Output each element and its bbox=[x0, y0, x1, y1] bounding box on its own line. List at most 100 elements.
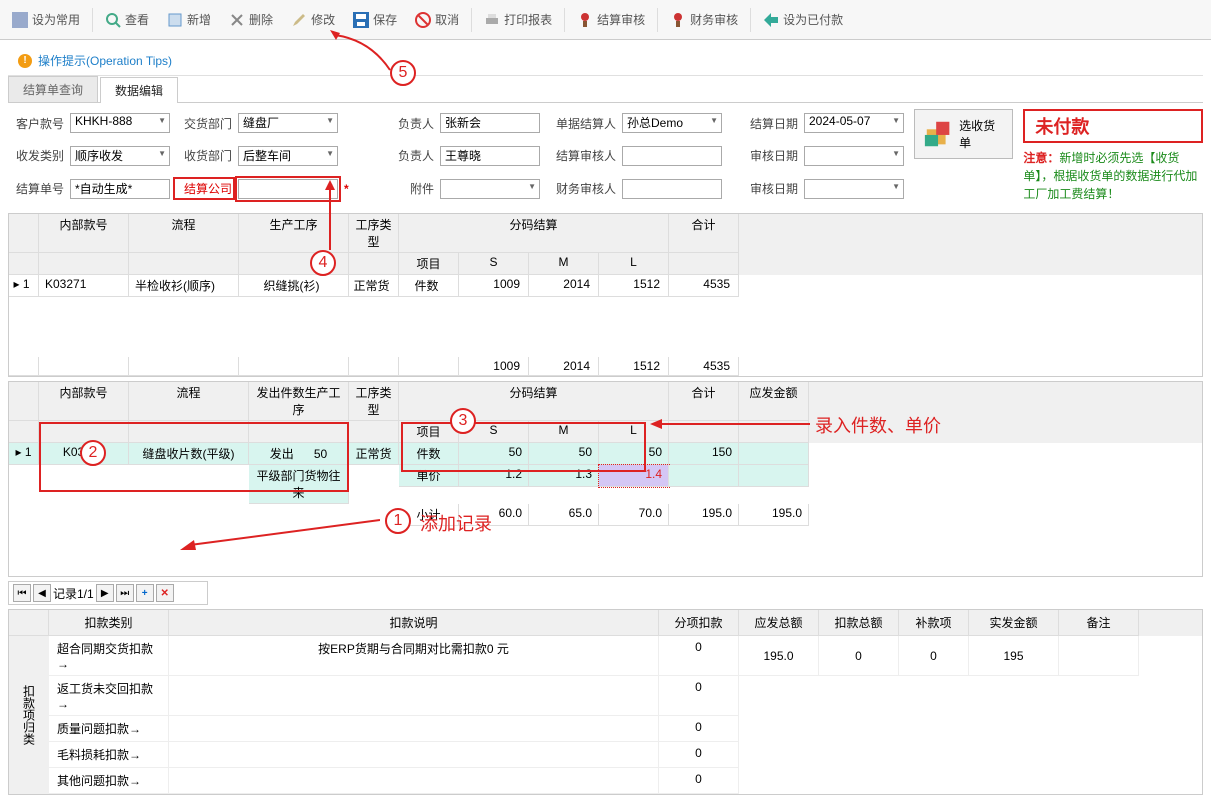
rx-type-label: 收发类别 bbox=[8, 147, 64, 164]
customer-style-label: 客户款号 bbox=[8, 115, 64, 132]
settle-no-input[interactable]: *自动生成* bbox=[70, 179, 170, 199]
settle-auditor-label: 结算审核人 bbox=[546, 147, 616, 164]
set-paid-button[interactable]: 设为已付款 bbox=[755, 7, 851, 32]
record-navigator: ⏮ ◀ 记录1/1 ▶ ⏭ + ✕ bbox=[8, 581, 208, 605]
nav-prev[interactable]: ◀ bbox=[33, 584, 51, 602]
select-receipt-button[interactable]: 选收货单 bbox=[914, 109, 1013, 159]
finance-audit-button[interactable]: 财务审核 bbox=[662, 7, 746, 32]
col-m: M bbox=[529, 253, 599, 275]
remark-cell[interactable] bbox=[1059, 636, 1139, 676]
g2-col-proc-type: 工序类型 bbox=[349, 382, 399, 421]
save-button[interactable]: 保存 bbox=[345, 7, 405, 32]
col-size-group: 分码结算 bbox=[399, 214, 669, 253]
settle-date-label: 结算日期 bbox=[728, 115, 798, 132]
ded-col-remark: 备注 bbox=[1059, 610, 1139, 636]
customer-style-input[interactable]: KHKH-888 bbox=[70, 113, 170, 133]
annotation-2: 2 bbox=[80, 440, 106, 466]
nav-last[interactable]: ⏭ bbox=[116, 584, 134, 602]
col-proc-type: 工序类型 bbox=[349, 214, 399, 253]
deduction-table: 扣款类别 扣款说明 分项扣款 应发总额 扣款总额 补款项 实发金额 备注 扣款项… bbox=[8, 609, 1203, 795]
tab-data-edit[interactable]: 数据编辑 bbox=[100, 77, 178, 103]
ded-col-cat: 扣款类别 bbox=[49, 610, 169, 636]
nav-next[interactable]: ▶ bbox=[96, 584, 114, 602]
bill-settler-label: 单据结算人 bbox=[546, 115, 616, 132]
audit-date-input[interactable] bbox=[804, 146, 904, 166]
set-common-button[interactable]: 设为常用 bbox=[4, 7, 88, 32]
recv-dept-input[interactable]: 后整车间 bbox=[238, 146, 338, 166]
deliver-dept-input[interactable]: 缝盘厂 bbox=[238, 113, 338, 133]
owner2-label: 负责人 bbox=[378, 147, 434, 164]
toolbar: 设为常用 查看 新增 删除 修改 保存 取消 打印报表 结算审核 财务审核 设为… bbox=[0, 0, 1211, 40]
delete-button[interactable]: 删除 bbox=[221, 7, 281, 32]
grid1-totals: 1009 2014 1512 4535 bbox=[9, 357, 1202, 376]
attach-input[interactable] bbox=[440, 179, 540, 199]
g2-col-style: 内部款号 bbox=[39, 382, 129, 421]
ded-col-desc: 扣款说明 bbox=[169, 610, 659, 636]
g2-col-flow: 流程 bbox=[129, 382, 249, 421]
price-l-cell[interactable]: 1.4 bbox=[599, 465, 669, 487]
audit-date2-input[interactable] bbox=[804, 179, 904, 199]
ded-row[interactable]: 毛料损耗扣款→0 bbox=[49, 742, 1202, 768]
info-icon: ! bbox=[18, 54, 32, 68]
annotation-3: 3 bbox=[450, 408, 476, 434]
print-button[interactable]: 打印报表 bbox=[476, 7, 560, 32]
recv-dept-label: 收货部门 bbox=[176, 147, 232, 164]
tabs: 结算单查询 数据编辑 bbox=[8, 76, 1203, 103]
annotation-4: 4 bbox=[310, 250, 336, 276]
supp-cell: 0 bbox=[899, 636, 969, 676]
bill-settler-input[interactable]: 孙总Demo bbox=[622, 113, 722, 133]
ded-row[interactable]: 其他问题扣款→0 bbox=[49, 768, 1202, 794]
record-position: 记录1/1 bbox=[53, 585, 94, 602]
g2-row-pcs[interactable]: ▸ 1 K03271 缝盘收片数(平级) 发出 50 正常货 件数 50 50 … bbox=[9, 443, 1202, 465]
tips-text: 操作提示(Operation Tips) bbox=[38, 52, 172, 69]
g2-col-sent-proc: 发出件数生产工序 bbox=[249, 382, 349, 421]
rx-type-input[interactable]: 顺序收发 bbox=[70, 146, 170, 166]
receipt-grid: 内部款号 流程 生产工序 工序类型 分码结算 合计 项目 S M L ▸ 1 K… bbox=[8, 213, 1203, 377]
col-item: 项目 bbox=[399, 253, 459, 275]
nav-delete[interactable]: ✕ bbox=[156, 584, 174, 602]
view-button[interactable]: 查看 bbox=[97, 7, 157, 32]
select-receipt-icon bbox=[923, 118, 953, 150]
ded-col-sub: 分项扣款 bbox=[659, 610, 739, 636]
grid1-row[interactable]: ▸ 1 K03271 半检收衫(顺序) 织缝挑(衫) 正常货 件数 1009 2… bbox=[9, 275, 1202, 297]
annotation-enter-price: 录入件数、单价 bbox=[815, 412, 941, 438]
settle-date-input[interactable]: 2024-05-07 bbox=[804, 113, 904, 133]
required-asterisk: * bbox=[344, 182, 372, 196]
payment-status: 未付款 bbox=[1023, 109, 1203, 143]
col-style: 内部款号 bbox=[39, 214, 129, 253]
ded-row[interactable]: 质量问题扣款→0 bbox=[49, 716, 1202, 742]
fin-auditor-label: 财务审核人 bbox=[546, 180, 616, 197]
col-s: S bbox=[459, 253, 529, 275]
edit-button[interactable]: 修改 bbox=[283, 7, 343, 32]
audit-date2-label: 审核日期 bbox=[728, 180, 798, 197]
ded-col-total-due: 应发总额 bbox=[739, 610, 819, 636]
nav-first[interactable]: ⏮ bbox=[13, 584, 31, 602]
col-flow: 流程 bbox=[129, 214, 239, 253]
ded-row[interactable]: 返工货未交回扣款→0 bbox=[49, 676, 1202, 716]
owner2-input[interactable]: 王尊晓 bbox=[440, 146, 540, 166]
annotation-add-record: 添加记录 bbox=[420, 510, 492, 536]
total-due-cell: 195.0 bbox=[739, 636, 819, 676]
col-l: L bbox=[599, 253, 669, 275]
deliver-dept-label: 交货部门 bbox=[176, 115, 232, 132]
ded-row[interactable]: 超合同期交货扣款→ 按ERP货期与合同期对比需扣款0 元 0 195.0 0 0… bbox=[49, 636, 1202, 676]
settle-company-label: 结算公司 bbox=[176, 180, 232, 197]
g2-row-price[interactable]: 平级部门货物往来 单价 1.2 1.3 1.4 bbox=[9, 465, 1202, 504]
owner-label: 负责人 bbox=[378, 115, 434, 132]
annotation-1: 1 bbox=[385, 508, 411, 534]
ded-col-actual: 实发金额 bbox=[969, 610, 1059, 636]
g2-col-total: 合计 bbox=[669, 382, 739, 421]
nav-add[interactable]: + bbox=[136, 584, 154, 602]
select-receipt-label: 选收货单 bbox=[959, 117, 1004, 151]
settle-auditor-input[interactable] bbox=[622, 146, 722, 166]
settle-audit-button[interactable]: 结算审核 bbox=[569, 7, 653, 32]
operation-tips[interactable]: ! 操作提示(Operation Tips) bbox=[8, 46, 1203, 76]
add-button[interactable]: 新增 bbox=[159, 7, 219, 32]
ded-col-supp: 补款项 bbox=[899, 610, 969, 636]
owner-input[interactable]: 张新会 bbox=[440, 113, 540, 133]
tab-query[interactable]: 结算单查询 bbox=[8, 76, 98, 102]
cancel-button[interactable]: 取消 bbox=[407, 7, 467, 32]
form-area: 客户款号 KHKH-888 交货部门 缝盘厂 负责人 张新会 单据结算人 孙总D… bbox=[0, 103, 1211, 209]
fin-auditor-input[interactable] bbox=[622, 179, 722, 199]
warning-text: 注意：新增时必须先选【收货单】，根据收货单的数据进行代加工厂加工费结算！ bbox=[1023, 149, 1203, 203]
